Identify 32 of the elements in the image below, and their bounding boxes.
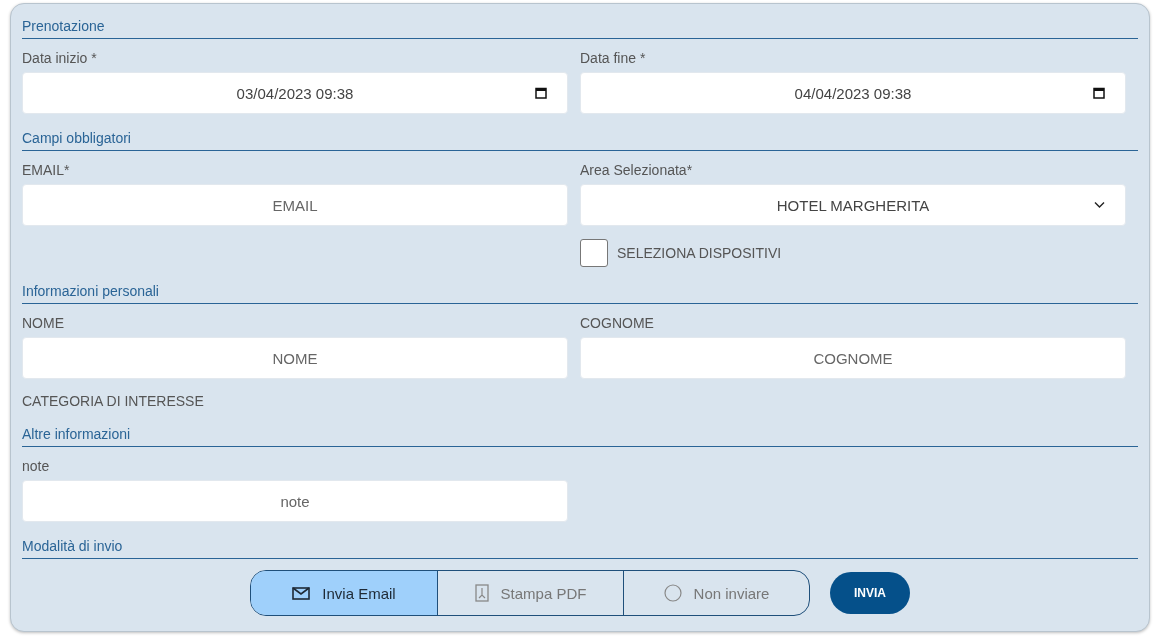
section-title: Prenotazione	[22, 16, 1138, 39]
section-title: Altre informazioni	[22, 424, 1138, 447]
section-title: Modalità di invio	[22, 536, 1138, 559]
select-field[interactable]: HOTEL MARGHERITA	[580, 184, 1126, 226]
field-label: Data fine *	[580, 50, 646, 67]
section-title: Campi obbligatori	[22, 128, 1138, 151]
chevron-down-icon[interactable]	[1094, 201, 1105, 209]
checkbox[interactable]	[580, 239, 608, 267]
date-field[interactable]: 03/04/2023 09:38	[22, 72, 568, 114]
pdf-file-icon	[474, 584, 489, 602]
input-field[interactable]: COGNOME	[580, 337, 1126, 379]
section-title: Informazioni personali	[22, 281, 1138, 304]
field-label: Area Selezionata*	[580, 162, 693, 179]
field-label: note	[22, 458, 50, 475]
field-label: NOME	[22, 315, 64, 332]
send-button[interactable]: INVIA	[830, 572, 910, 614]
checkbox-label: SELEZIONA DISPOSITIVI	[617, 245, 782, 261]
send-mode-option[interactable]: Stampa PDF	[437, 571, 623, 615]
field-label: EMAIL*	[22, 162, 70, 179]
input-field[interactable]: note	[22, 480, 568, 522]
radio-circle-icon	[663, 584, 682, 602]
send-mode-option[interactable]: Non inviare	[623, 571, 809, 615]
field-label: CATEGORIA DI INTERESSE	[22, 393, 204, 410]
envelope-icon	[292, 586, 311, 600]
input-field[interactable]: NOME	[22, 337, 568, 379]
input-field[interactable]: EMAIL	[22, 184, 568, 226]
field-label: Data inizio *	[22, 50, 97, 67]
field-label: COGNOME	[580, 315, 654, 332]
date-field[interactable]: 04/04/2023 09:38	[580, 72, 1126, 114]
send-mode-option[interactable]: Invia Email	[251, 571, 437, 615]
calendar-icon[interactable]	[535, 87, 547, 99]
calendar-icon[interactable]	[1093, 87, 1105, 99]
